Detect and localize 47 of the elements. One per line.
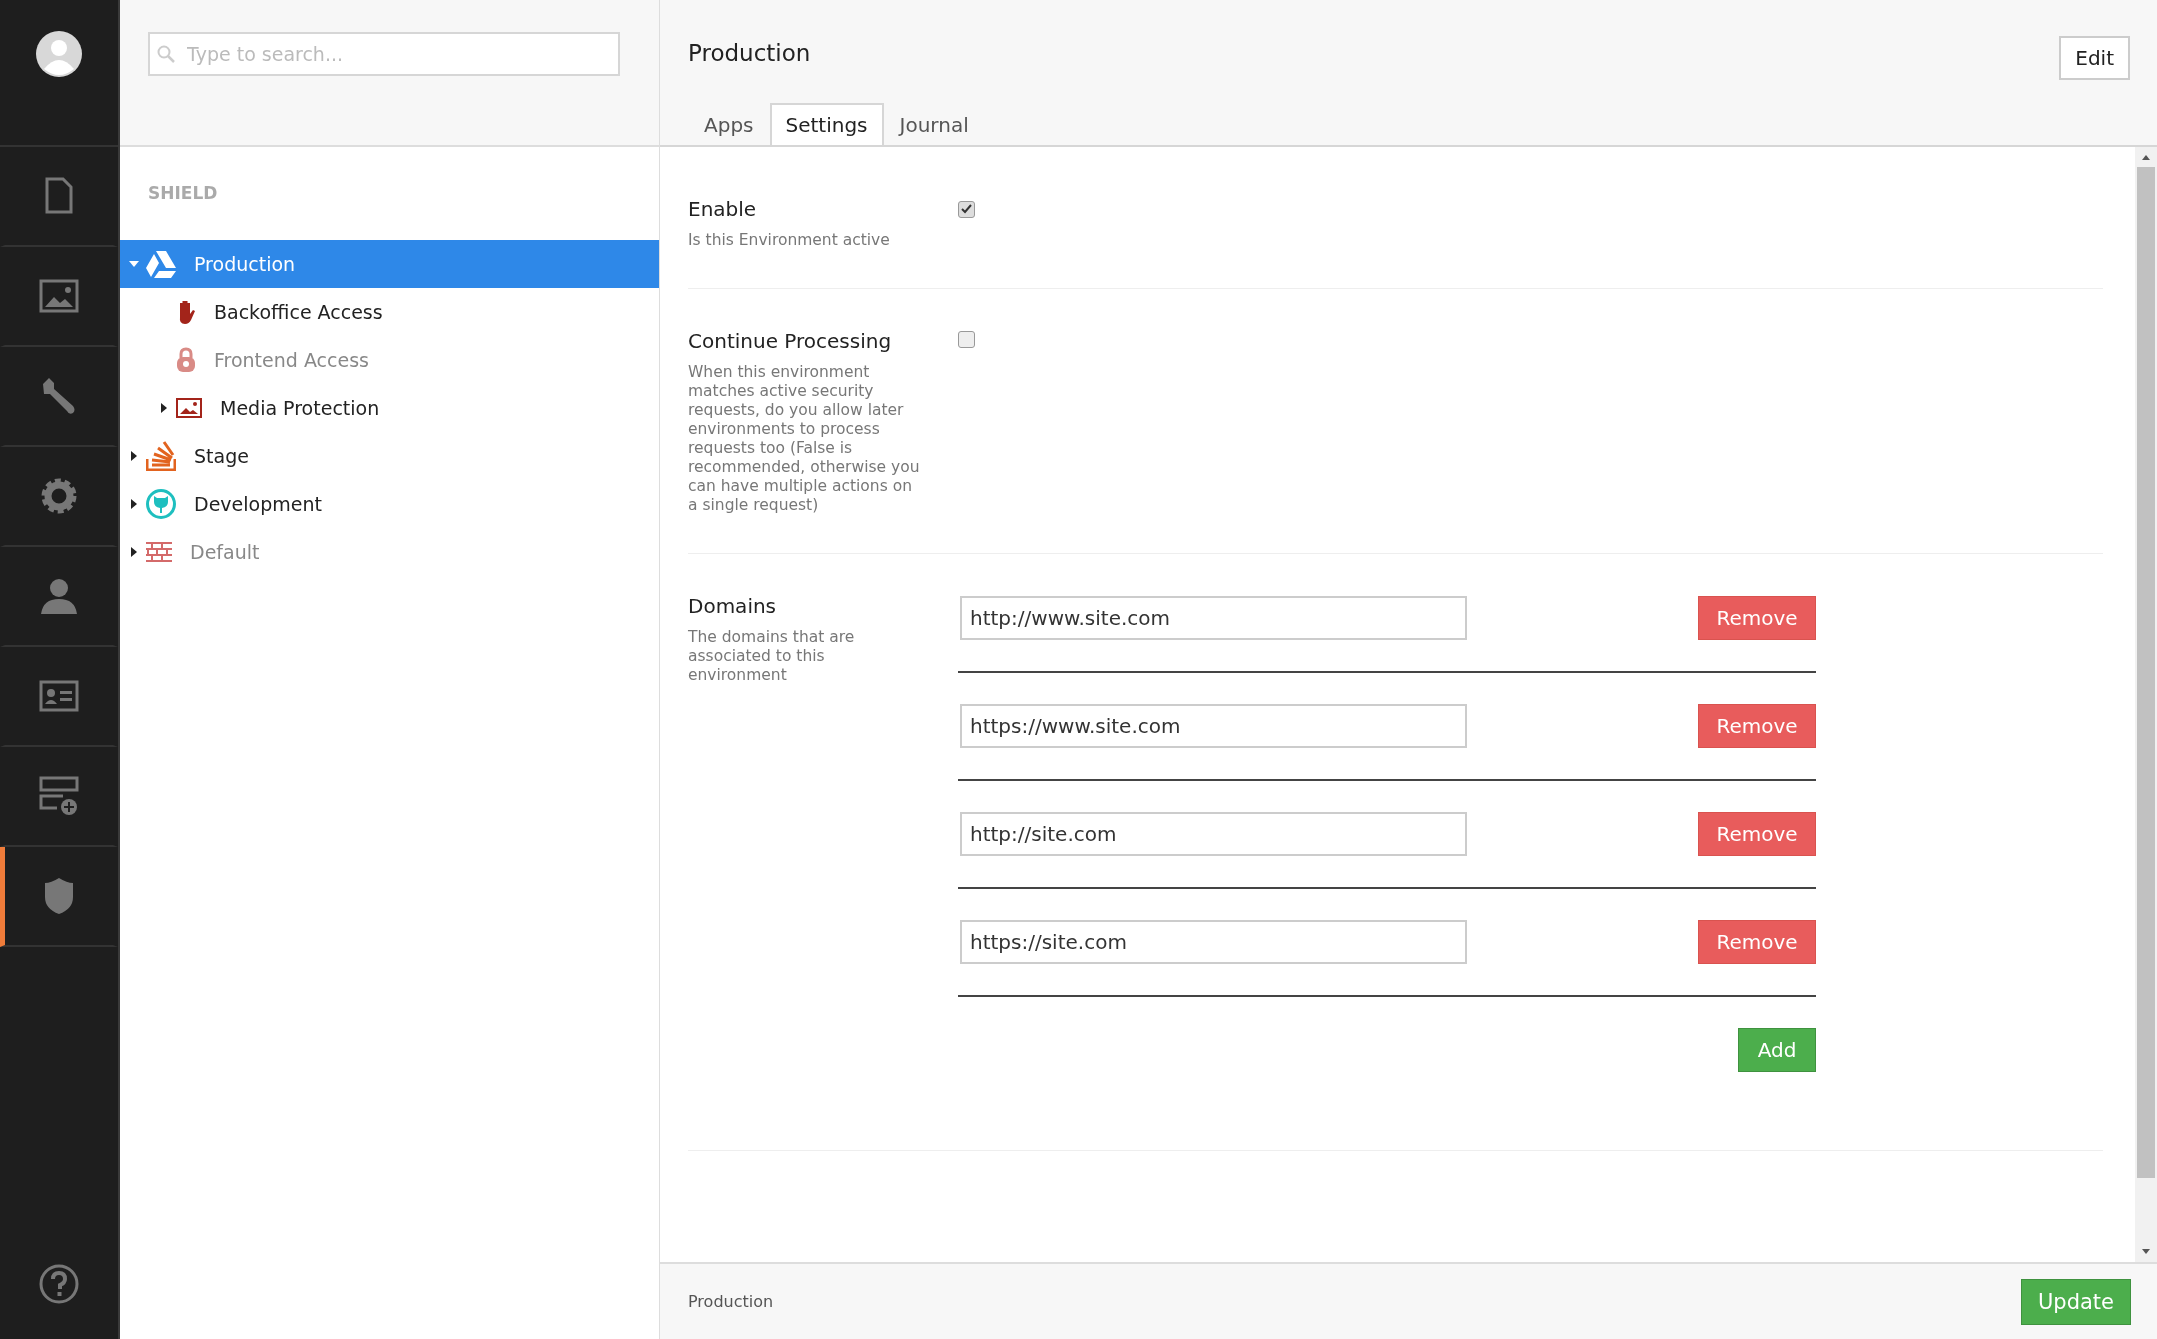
shield-icon — [43, 877, 75, 915]
field-label: Domains — [688, 594, 778, 618]
search-icon — [157, 45, 175, 63]
domain-input[interactable]: http://site.com — [960, 812, 1467, 856]
stack-icon — [146, 441, 176, 471]
image-icon — [39, 279, 79, 313]
domain-input[interactable]: http://www.site.com — [960, 596, 1467, 640]
scrollbar[interactable] — [2135, 147, 2157, 1262]
tree-item[interactable]: Stage — [120, 432, 659, 480]
cat-logo-icon — [146, 489, 176, 519]
image-icon — [176, 398, 202, 418]
tab[interactable]: Settings — [769, 103, 884, 145]
checkbox[interactable] — [958, 200, 975, 218]
edit-button[interactable]: Edit — [2059, 36, 2130, 80]
search-field[interactable]: Type to search... — [148, 32, 620, 76]
scroll-down-icon[interactable] — [2141, 1248, 2151, 1256]
scroll-up-icon[interactable] — [2141, 153, 2151, 161]
tree-item[interactable]: Production — [120, 240, 659, 288]
tree-item[interactable]: Development — [120, 480, 659, 528]
document-icon — [44, 177, 74, 215]
section-heading: SHIELD — [147, 182, 219, 205]
caret-icon[interactable] — [129, 499, 139, 509]
domain-input[interactable]: https://site.com — [960, 920, 1467, 964]
triangle-logo-icon — [146, 250, 176, 278]
field-label: Enable — [688, 197, 758, 221]
tab[interactable]: Apps — [688, 103, 770, 145]
add-layout-icon — [39, 776, 79, 816]
brick-wall-icon — [146, 542, 172, 562]
field-label: Continue Processing — [688, 329, 893, 353]
user-icon — [39, 578, 79, 614]
field-description: When this environment matches active security requests, do you allow later environments to process requests too (False is recommended, otherwise you can have multiple actions on a single request) — [688, 363, 921, 515]
avatar-icon[interactable] — [36, 31, 82, 77]
domain-input[interactable]: https://www.site.com — [960, 704, 1467, 748]
caret-icon[interactable] — [159, 403, 169, 413]
field-description: The domains that are associated to this environment — [688, 628, 856, 685]
tree-item[interactable]: Backoffice Access — [120, 288, 659, 336]
settings-icon — [39, 476, 79, 516]
help-icon[interactable] — [39, 1264, 79, 1304]
id-card-icon — [39, 680, 79, 712]
tab[interactable]: Journal — [883, 103, 985, 145]
field-description: Is this Environment active — [688, 231, 891, 250]
page-title: Production — [688, 40, 811, 66]
status-text: Production — [688, 1292, 774, 1311]
caret-icon[interactable] — [129, 451, 139, 461]
checkbox[interactable] — [958, 331, 975, 348]
padlock-icon — [176, 347, 196, 373]
tree-item[interactable]: Media Protection — [120, 384, 659, 432]
